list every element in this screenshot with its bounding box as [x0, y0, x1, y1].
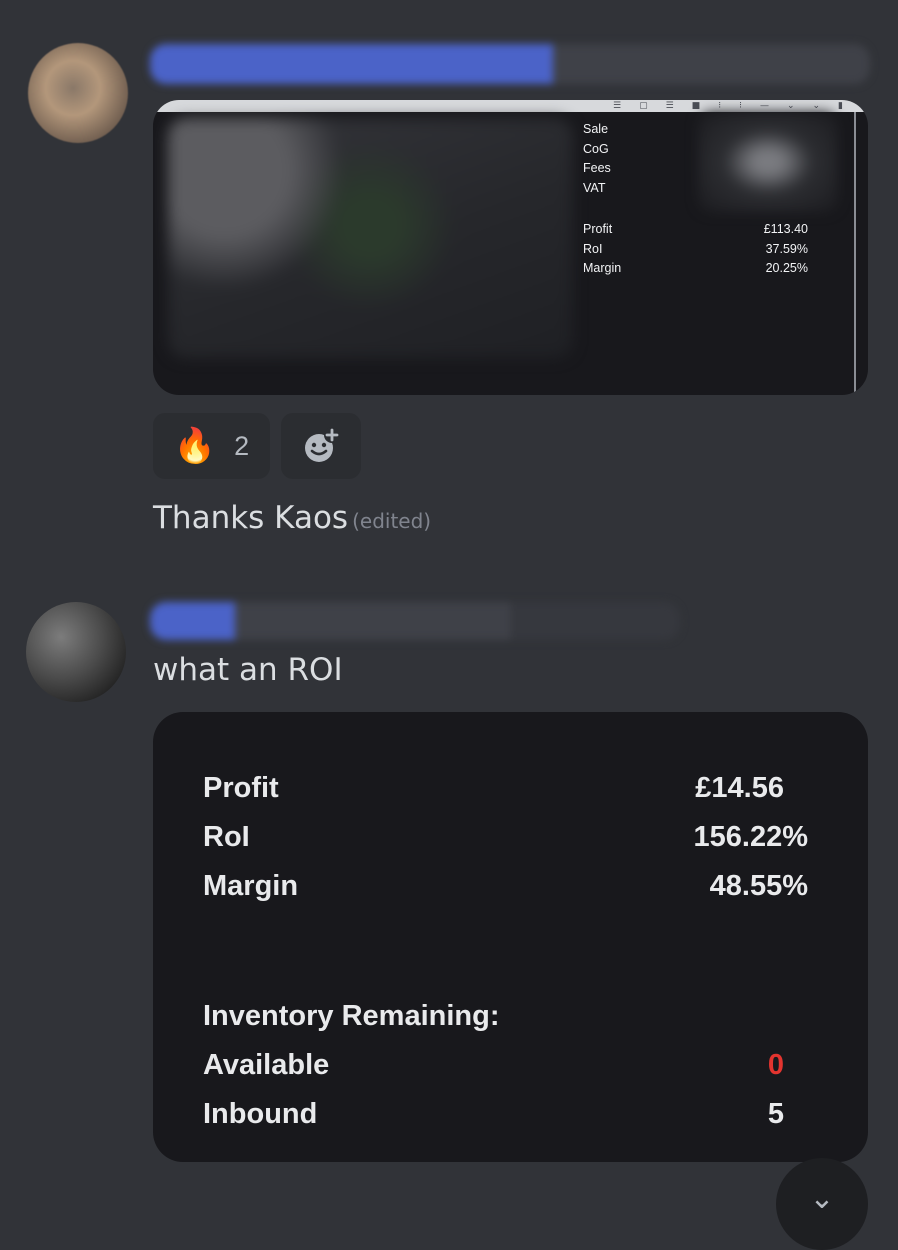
stat-label: Margin [583, 261, 622, 275]
stat-row: VAT [583, 179, 808, 199]
stat-row: Sale [583, 120, 808, 140]
username-redacted[interactable] [150, 602, 680, 640]
stat-label: Margin [203, 870, 299, 902]
toolbar-icon: ⌄ [812, 101, 821, 111]
toolbar-icon: — [759, 101, 769, 111]
stat-label: RoI [583, 241, 603, 256]
stat-value-available: 0 [767, 1049, 784, 1081]
toolbar-icon: ▮ [838, 101, 843, 111]
stat-value: £14.56 [695, 772, 784, 804]
username-redacted[interactable] [150, 44, 870, 84]
stat-label: Profit [583, 222, 613, 236]
toolbar-icon: ☰ [613, 101, 622, 111]
divider [854, 112, 856, 395]
inventory-heading: Inventory Remaining: [203, 1000, 500, 1032]
blurred-product-image [168, 118, 573, 358]
fire-emoji-icon: 🔥 [173, 426, 217, 466]
avatar[interactable] [26, 602, 126, 702]
toolbar-icon: ⁝ [739, 101, 742, 111]
stats-panel: Profit £14.56 RoI 156.22% Margin 48.55% … [203, 764, 808, 1139]
stat-value: 48.55% [709, 870, 808, 902]
stat-label: Inbound [203, 1098, 318, 1130]
stats-panel: Sale CoG Fees VAT Profit £113.40 RoI 37.59… [583, 120, 808, 279]
stat-row: Profit £113.40 [583, 220, 808, 240]
toolbar-icon: ⌄ [786, 101, 795, 111]
stat-row: Inbound 5 [203, 1090, 808, 1139]
stat-label: Sale [583, 122, 609, 136]
avatar[interactable] [28, 43, 128, 143]
stat-row: Profit £14.56 [203, 764, 808, 813]
inventory-heading-row: Inventory Remaining: [203, 992, 808, 1041]
stat-label: CoG [583, 141, 609, 156]
stat-value: 37.59% [765, 241, 808, 256]
stat-label: Profit [203, 772, 279, 804]
stat-row: Margin 48.55% [203, 862, 808, 911]
edited-label: (edited) [352, 509, 432, 533]
toolbar-icon: ▢ [639, 101, 648, 111]
stat-value: 156.22% [693, 821, 809, 853]
stat-value: 20.25% [765, 261, 808, 275]
message-body: Thanks Kaos [153, 500, 349, 536]
stat-label: Available [203, 1049, 330, 1081]
message-text: Thanks Kaos (edited) [153, 500, 431, 536]
image-attachment[interactable]: Profit £14.56 RoI 156.22% Margin 48.55% … [153, 712, 868, 1162]
message-text: what an ROI [153, 652, 343, 688]
stat-row: Fees [583, 159, 808, 179]
chevron-down-icon: ⌄ [809, 1181, 835, 1216]
stat-label: VAT [583, 180, 606, 195]
jump-to-bottom-button[interactable]: ⌄ [776, 1158, 868, 1250]
add-reaction-button[interactable] [281, 413, 361, 479]
stat-label: Fees [583, 161, 611, 175]
toolbar-icons: ☰ ▢ ☰ ■ ⁝ ⁝ — ⌄ ⌄ ▮ [613, 100, 843, 112]
stat-value: 5 [767, 1098, 784, 1130]
reaction-fire[interactable]: 🔥 2 [153, 413, 270, 479]
stat-row: CoG [583, 140, 808, 160]
stat-row: RoI 156.22% [203, 813, 808, 862]
stat-row: Margin 20.25% [583, 259, 808, 279]
toolbar-icon: ☰ [665, 101, 674, 111]
toolbar-icon: ■ [691, 101, 701, 111]
reaction-count: 2 [234, 430, 250, 461]
add-reaction-icon [305, 427, 340, 462]
stat-label: RoI [203, 821, 250, 853]
stat-row: Available 0 [203, 1041, 808, 1090]
image-attachment[interactable]: ☰ ▢ ☰ ■ ⁝ ⁝ — ⌄ ⌄ ▮ Sale CoG Fees VAT Pr… [153, 100, 868, 395]
stat-value: £113.40 [763, 222, 808, 236]
toolbar-icon: ⁝ [718, 101, 722, 111]
stat-row: RoI 37.59% [583, 240, 808, 260]
